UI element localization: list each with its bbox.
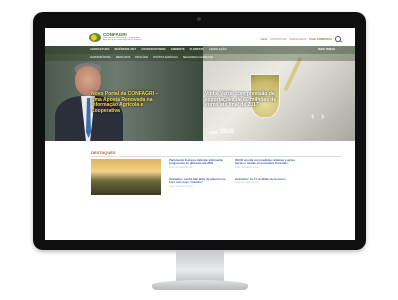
pdr-label: PDR bbox=[209, 129, 218, 135]
website-screen: CONFAGRI Confederação Nacional das Coope… bbox=[45, 28, 355, 240]
slider-next-arrow-icon[interactable]: › bbox=[321, 112, 324, 122]
search-icon[interactable] bbox=[335, 36, 341, 42]
logo-subtitle: Confederação Nacional das Cooperativas A… bbox=[103, 37, 142, 42]
destaque-date: 20 DE OUTUBRO DE 2017 bbox=[169, 166, 194, 169]
destaque-item-2[interactable]: OGCE acorda com medidas relativas a açõe… bbox=[235, 158, 295, 169]
site-header: CONFAGRI Confederação Nacional das Coope… bbox=[45, 28, 355, 46]
submenu-politica-agricola[interactable]: POLÍTICA AGRÍCOLA bbox=[153, 56, 178, 59]
destaque-date: 20 DE OUTUBRO DE 2017 bbox=[169, 185, 194, 188]
camera-dot bbox=[197, 17, 201, 21]
destaque-date: 20 DE OUTUBRO DE 2017 bbox=[235, 182, 260, 185]
main-menu: AGRICULTURA INCÊNDIOS 2017 COOPERATIVISM… bbox=[90, 48, 227, 51]
menu-ambiente[interactable]: AMBIENTE bbox=[171, 48, 185, 51]
wine-pour bbox=[283, 56, 303, 92]
link-associados[interactable]: ASSOCIADOS bbox=[289, 38, 306, 41]
monitor-stand-base bbox=[152, 280, 248, 290]
slide-2-title[interactable]: Vinho Verde com previsão de exportações … bbox=[205, 91, 280, 109]
monitor: CONFAGRI Confederação Nacional das Coope… bbox=[33, 12, 366, 250]
menu-floresta[interactable]: FLORESTA bbox=[190, 48, 204, 51]
destaque-item-3[interactable]: Incêndios: Lautré São Brás de Alportel e… bbox=[169, 177, 229, 188]
destaque-item-4[interactable]: Incêndios: As 11 medidas do Governo 20 D… bbox=[235, 177, 295, 185]
monitor-stand-neck bbox=[176, 250, 224, 284]
submenu-mercados[interactable]: MERCADOS bbox=[116, 56, 130, 59]
menu-mais-temas[interactable]: MAIS TEMAS bbox=[318, 48, 335, 51]
submenu-seguranca-alimentar[interactable]: SEGURANÇA ALIMENTAR bbox=[183, 56, 213, 59]
slide-1-title[interactable]: Novo Portal da CONFAGRI – Uma Aposta Ren… bbox=[91, 91, 159, 114]
link-fale-connosco[interactable]: FALE CONNOSCO bbox=[309, 38, 332, 41]
submenu-agroindustria[interactable]: AGROINDÚSTRIA bbox=[90, 56, 111, 59]
pdr-2020-logo: PDR 2020 bbox=[209, 129, 234, 135]
sub-menu: AGROINDÚSTRIA MERCADOS PECUÁRIA POLÍTICA… bbox=[90, 56, 213, 59]
link-sede[interactable]: SEDE bbox=[260, 38, 267, 41]
destaques-thumbnail[interactable] bbox=[91, 159, 161, 195]
menu-cooperativismo[interactable]: COOPERATIVISMO bbox=[141, 48, 165, 51]
destaques-heading: DESTAQUES bbox=[91, 150, 116, 155]
menu-agricultura[interactable]: AGRICULTURA bbox=[90, 48, 110, 51]
destaque-item-1[interactable]: Parlamento Europeu defende eliminação pr… bbox=[169, 158, 229, 169]
destaque-title[interactable]: Parlamento Europeu defende eliminação pr… bbox=[169, 158, 229, 166]
section-divider bbox=[91, 156, 341, 157]
slider-prev-arrow-icon[interactable]: ‹ bbox=[311, 112, 314, 122]
submenu-pecuaria[interactable]: PECUÁRIA bbox=[135, 56, 148, 59]
destaque-title[interactable]: OGCE acorda com medidas relativas a açõe… bbox=[235, 158, 295, 166]
confagri-logo-icon[interactable] bbox=[89, 33, 101, 42]
link-contactos[interactable]: CONTACTOS bbox=[270, 38, 286, 41]
destaque-title[interactable]: Incêndios: As 11 medidas do Governo bbox=[235, 177, 295, 181]
destaque-title[interactable]: Incêndios: Lautré São Brás de Alportel e… bbox=[169, 177, 229, 185]
menu-legislacao[interactable]: LEGISLAÇÃO bbox=[209, 48, 227, 51]
year-2020-label: 2020 bbox=[220, 129, 234, 135]
menu-incendios[interactable]: INCÊNDIOS 2017 bbox=[115, 48, 137, 51]
top-links: SEDE CONTACTOS ASSOCIADOS FALE CONNOSCO bbox=[260, 36, 341, 42]
destaque-date: 20 DE OUTUBRO DE 2017 bbox=[235, 166, 260, 169]
